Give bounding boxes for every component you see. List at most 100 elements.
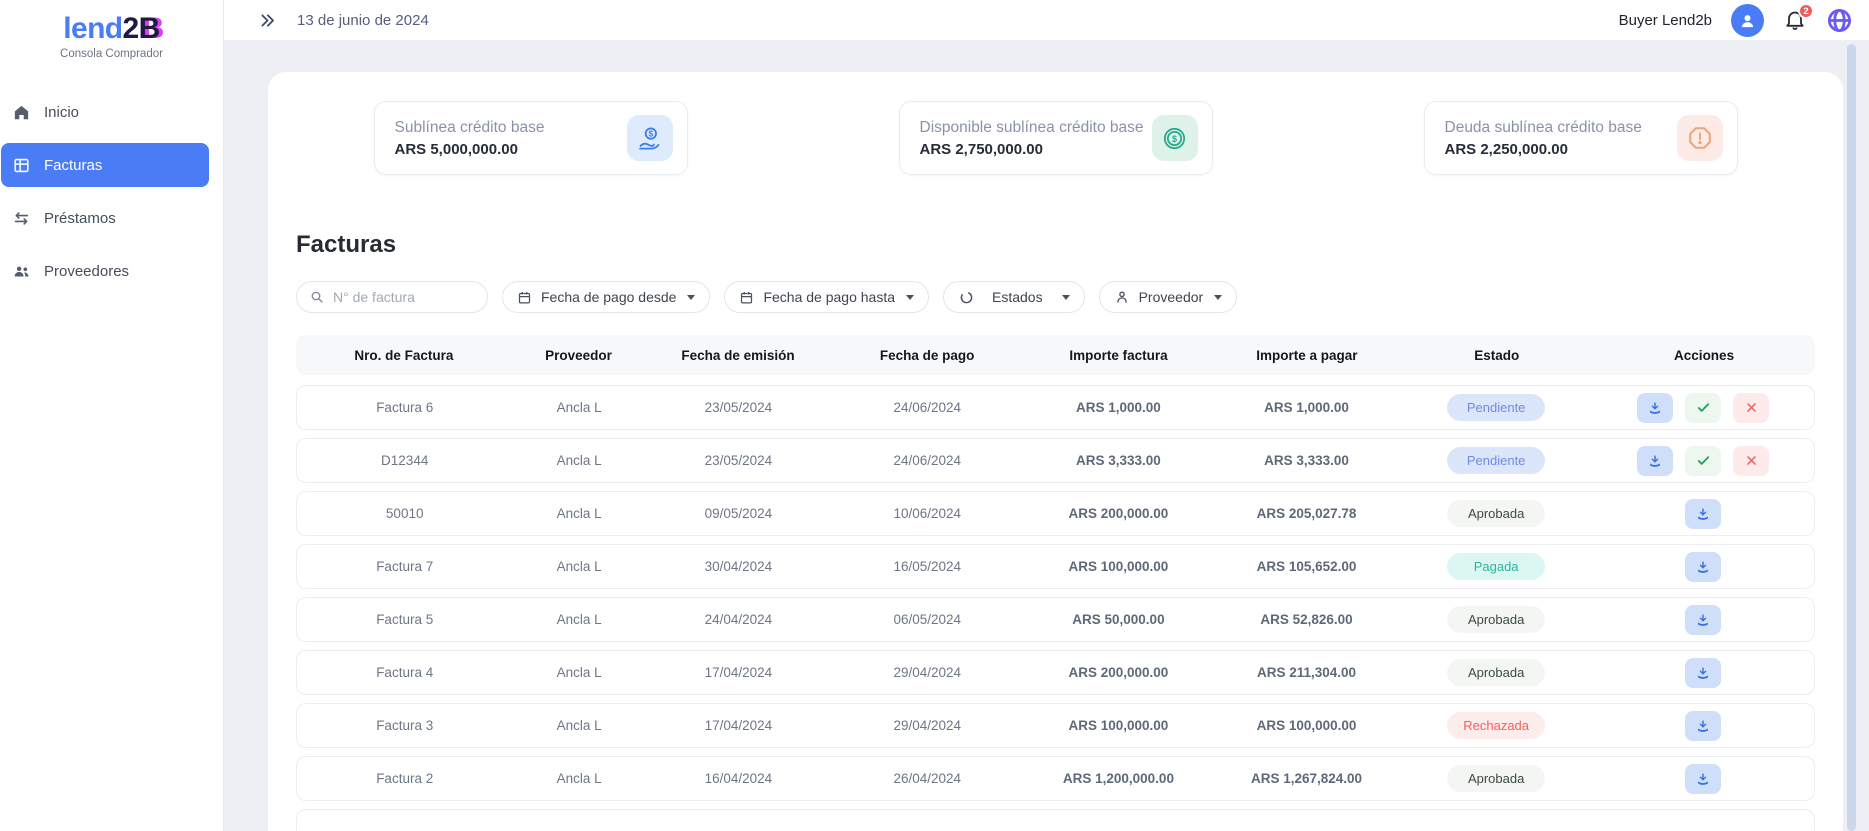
provider-filter[interactable]: Proveedor (1099, 281, 1238, 313)
status-badge: Aprobada (1447, 500, 1545, 527)
user-name: Buyer Lend2b (1619, 12, 1712, 29)
download-icon (1647, 400, 1663, 416)
card-amount: ARS 2,250,000.00 (1445, 141, 1667, 158)
search-input[interactable] (333, 289, 475, 305)
console-subtitle: Consola Comprador (0, 48, 223, 60)
column-header: Proveedor (512, 348, 646, 363)
svg-text:$: $ (1172, 133, 1177, 143)
person-icon (1114, 289, 1130, 305)
approve-button[interactable] (1685, 393, 1721, 423)
cell-invoice-amount: ARS 200,000.00 (1024, 506, 1214, 521)
table-row: Factura 6Ancla L23/05/202424/06/2024ARS … (296, 385, 1815, 430)
cell-payable-amount: ARS 211,304.00 (1213, 665, 1400, 680)
alert-octagon-icon (1677, 115, 1723, 161)
table-row: Factura 4Ancla L17/04/202429/04/2024ARS … (296, 650, 1815, 695)
status-badge: Pendiente (1447, 394, 1545, 421)
download-button[interactable] (1685, 711, 1721, 741)
sidebar-item-inicio[interactable]: Inicio (1, 90, 209, 134)
check-icon (1696, 453, 1711, 468)
sidebar-item-prestamos[interactable]: Préstamos (1, 196, 209, 240)
sidebar-collapse-button[interactable] (258, 11, 277, 30)
calendar-icon (739, 290, 754, 305)
date-to-filter[interactable]: Fecha de pago hasta (724, 281, 929, 313)
table-body: Factura 6Ancla L23/05/202424/06/2024ARS … (296, 385, 1815, 801)
filters-bar: Fecha de pago desde Fecha de pago hasta (296, 281, 1815, 313)
cell-invoice-amount: ARS 1,000.00 (1024, 400, 1214, 415)
sidebar-item-facturas[interactable]: Facturas (1, 143, 209, 187)
table-row: Factura 3Ancla L17/04/202429/04/2024ARS … (296, 703, 1815, 748)
download-button[interactable] (1685, 552, 1721, 582)
download-button[interactable] (1685, 658, 1721, 688)
vertical-scrollbar[interactable] (1847, 44, 1856, 831)
invoices-table: Nro. de FacturaProveedorFecha de emisión… (296, 335, 1815, 831)
cell-provider: Ancla L (512, 771, 645, 786)
cell-issue-date: 17/04/2024 (646, 718, 831, 733)
sidebar-item-label: Proveedores (44, 263, 129, 280)
cell-provider: Ancla L (512, 718, 645, 733)
row-actions (1592, 711, 1813, 741)
people-icon (12, 262, 31, 281)
logo-b: B (139, 12, 160, 45)
cell-issue-date: 23/05/2024 (646, 400, 831, 415)
table-row-partial (296, 809, 1815, 831)
cell-invoice-amount: ARS 3,333.00 (1024, 453, 1214, 468)
cell-invoice-number: Factura 4 (297, 665, 512, 680)
cell-due-date: 29/04/2024 (831, 665, 1024, 680)
states-filter[interactable]: Estados (943, 281, 1085, 313)
cell-invoice-number: D12344 (297, 453, 512, 468)
cell-payable-amount: ARS 205,027.78 (1213, 506, 1400, 521)
invoice-search[interactable] (296, 281, 488, 313)
table-row: Factura 2Ancla L16/04/202426/04/2024ARS … (296, 756, 1815, 801)
x-icon (1745, 401, 1758, 414)
cell-issue-date: 16/04/2024 (646, 771, 831, 786)
download-icon (1695, 559, 1711, 575)
notifications-button[interactable]: 2 (1783, 8, 1807, 32)
card-disponible-sublinea: Disponible sublínea crédito base ARS 2,7… (899, 101, 1213, 175)
download-button[interactable] (1685, 499, 1721, 529)
download-button[interactable] (1685, 764, 1721, 794)
date-from-filter[interactable]: Fecha de pago desde (502, 281, 710, 313)
buyer-console-app: lend2B Consola Comprador Inicio Facturas (0, 0, 1869, 831)
cell-provider: Ancla L (512, 453, 645, 468)
sidebar-item-proveedores[interactable]: Proveedores (1, 249, 209, 293)
approve-button[interactable] (1685, 446, 1721, 476)
column-header: Importe factura (1024, 348, 1214, 363)
cell-due-date: 26/04/2024 (831, 771, 1024, 786)
cell-invoice-amount: ARS 50,000.00 (1024, 612, 1214, 627)
user-avatar[interactable] (1731, 4, 1764, 37)
cell-payable-amount: ARS 105,652.00 (1213, 559, 1400, 574)
cell-payable-amount: ARS 3,333.00 (1213, 453, 1400, 468)
coin-icon: $ (1152, 115, 1198, 161)
logo: lend2B Consola Comprador (0, 0, 223, 60)
language-globe-icon (1826, 7, 1853, 34)
download-button[interactable] (1685, 605, 1721, 635)
download-icon (1695, 506, 1711, 522)
cell-due-date: 24/06/2024 (831, 453, 1024, 468)
column-header: Acciones (1593, 348, 1815, 363)
sidebar-nav: Inicio Facturas Préstamos Proveedores (0, 90, 223, 293)
cell-provider: Ancla L (512, 559, 645, 574)
reject-button[interactable] (1733, 393, 1769, 423)
language-button[interactable] (1826, 7, 1853, 34)
card-deuda-sublinea: Deuda sublínea crédito base ARS 2,250,00… (1424, 101, 1738, 175)
reject-button[interactable] (1733, 446, 1769, 476)
download-button[interactable] (1637, 446, 1673, 476)
column-header: Fecha de emisión (645, 348, 830, 363)
cell-provider: Ancla L (512, 506, 645, 521)
card-amount: ARS 2,750,000.00 (920, 141, 1142, 158)
cell-invoice-amount: ARS 100,000.00 (1024, 718, 1214, 733)
current-date: 13 de junio de 2024 (297, 12, 429, 29)
cell-payable-amount: ARS 1,000.00 (1213, 400, 1400, 415)
cell-due-date: 16/05/2024 (831, 559, 1024, 574)
table-header: Nro. de FacturaProveedorFecha de emisión… (296, 335, 1815, 375)
sidebar: lend2B Consola Comprador Inicio Facturas (0, 0, 224, 831)
cell-due-date: 24/06/2024 (831, 400, 1024, 415)
chevron-down-icon (906, 295, 914, 300)
status-badge: Rechazada (1447, 712, 1545, 739)
cell-due-date: 06/05/2024 (831, 612, 1024, 627)
download-button[interactable] (1637, 393, 1673, 423)
cell-invoice-amount: ARS 1,200,000.00 (1024, 771, 1214, 786)
status-badge: Pendiente (1447, 447, 1545, 474)
cell-invoice-amount: ARS 200,000.00 (1024, 665, 1214, 680)
transfer-arrows-icon (12, 209, 31, 228)
